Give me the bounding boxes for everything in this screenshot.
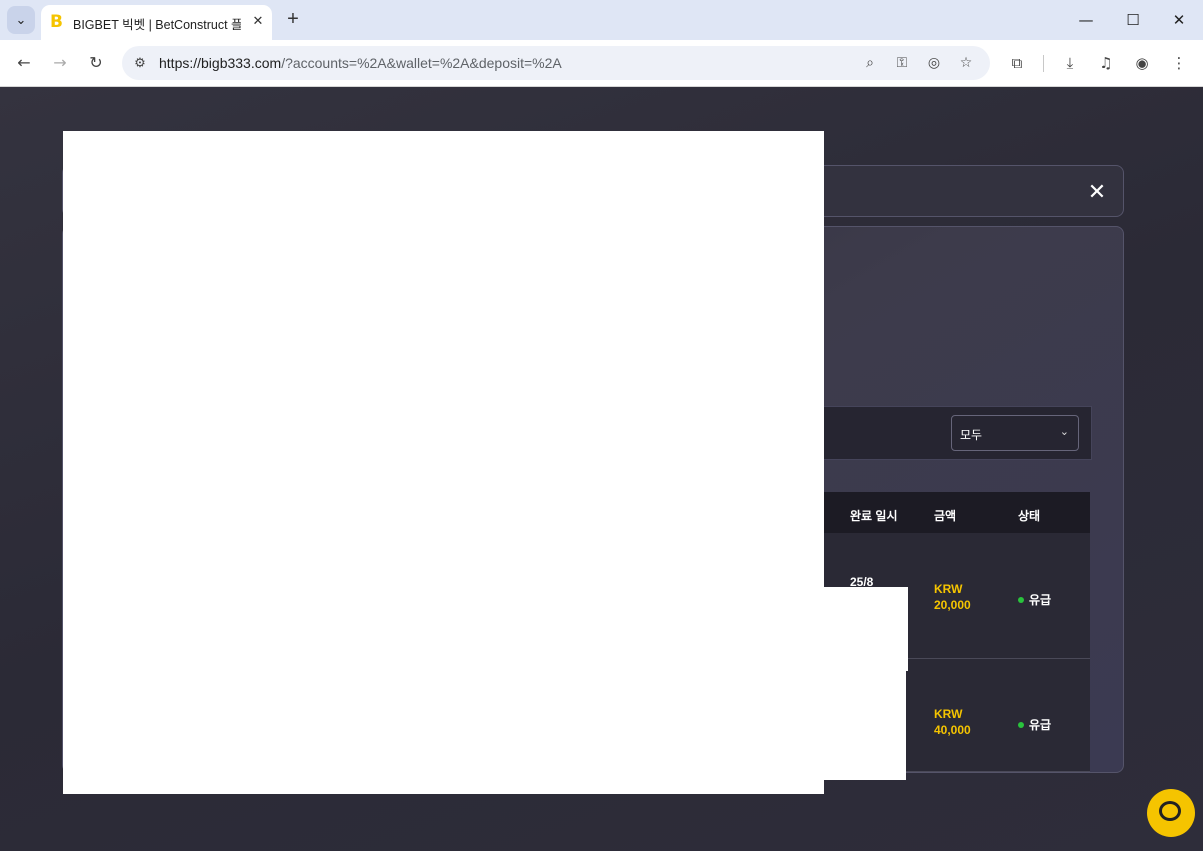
new-tab-icon[interactable]: + — [283, 8, 303, 30]
browser-toolbar: ← → ↻ ⚙ https://bigb333.com/?accounts=%2… — [0, 40, 1203, 87]
amount-value: 20,000 — [934, 598, 971, 612]
address-bar[interactable]: ⚙ https://bigb333.com/?accounts=%2A&wall… — [122, 46, 990, 80]
site-favicon: B — [50, 12, 63, 32]
forward-icon[interactable]: → — [48, 51, 72, 75]
status-dot-icon — [1018, 596, 1024, 603]
menu-icon[interactable]: ⋮ — [1167, 51, 1191, 75]
extensions-icon[interactable]: ⧉ — [1005, 51, 1029, 75]
status-label: 유급 — [1029, 718, 1052, 732]
browser-tab[interactable]: B BIGBET 빅벳 | BetConstruct 플랫폼 ✕ — [41, 5, 272, 40]
amount-currency: KRW — [934, 582, 963, 596]
close-icon[interactable]: ✕ — [1085, 181, 1109, 205]
url-path: /?accounts=%2A&wallet=%2A&deposit=%2A — [281, 55, 562, 71]
page-background: ✕ 모두 ⌄ 완료 일시 금액 상태 25/8 KRW 20,000 유급 KRW… — [0, 87, 1203, 851]
row-amount: KRW 40,000 — [934, 706, 994, 738]
tab-search-icon[interactable]: ⌄ — [7, 6, 35, 34]
row-status: 유급 — [1018, 591, 1051, 608]
redacted-area — [823, 671, 906, 780]
profile-icon[interactable]: ◉ — [1130, 51, 1154, 75]
password-key-icon[interactable]: ⚿ — [892, 53, 912, 73]
row-amount: KRW 20,000 — [934, 581, 994, 613]
tab-title: BIGBET 빅벳 | BetConstruct 플랫폼 — [73, 18, 241, 32]
download-icon[interactable]: ⤓ — [1058, 51, 1082, 75]
url-host: https://bigb333.com — [159, 55, 282, 71]
close-tab-icon[interactable]: ✕ — [249, 12, 267, 30]
header-amount: 금액 — [934, 509, 957, 523]
row-status: 유급 — [1018, 716, 1051, 733]
status-dot-icon — [1018, 721, 1024, 728]
media-icon[interactable]: ♫ — [1094, 51, 1118, 75]
reload-icon[interactable]: ↻ — [84, 51, 108, 75]
window-close-icon[interactable]: ✕ — [1164, 8, 1194, 32]
status-filter-select[interactable]: 모두 ⌄ — [951, 415, 1079, 451]
star-icon[interactable]: ☆ — [956, 53, 976, 73]
amount-currency: KRW — [934, 707, 963, 721]
status-label: 유급 — [1029, 593, 1052, 607]
chat-button[interactable] — [1147, 789, 1195, 837]
redacted-area — [823, 587, 908, 671]
redacted-area — [63, 131, 824, 794]
chevron-down-icon: ⌄ — [1059, 425, 1069, 438]
zoom-icon[interactable]: ⌕ — [860, 53, 880, 73]
maximize-icon[interactable]: ☐ — [1118, 8, 1148, 32]
toolbar-divider — [1043, 55, 1044, 72]
status-filter-value: 모두 — [960, 428, 983, 442]
header-completed-date: 완료 일시 — [850, 509, 898, 523]
back-icon[interactable]: ← — [12, 51, 36, 75]
site-info-icon[interactable]: ⚙ — [130, 53, 150, 73]
header-status: 상태 — [1018, 509, 1041, 523]
minimize-icon[interactable]: — — [1071, 8, 1101, 32]
amount-value: 40,000 — [934, 723, 971, 737]
eye-off-icon[interactable]: ◎ — [924, 53, 944, 73]
url-text[interactable]: https://bigb333.com/?accounts=%2A&wallet… — [159, 55, 562, 71]
chat-bubble-icon — [1159, 801, 1181, 821]
browser-tab-bar: ⌄ B BIGBET 빅벳 | BetConstruct 플랫폼 ✕ + — ☐… — [0, 0, 1203, 40]
